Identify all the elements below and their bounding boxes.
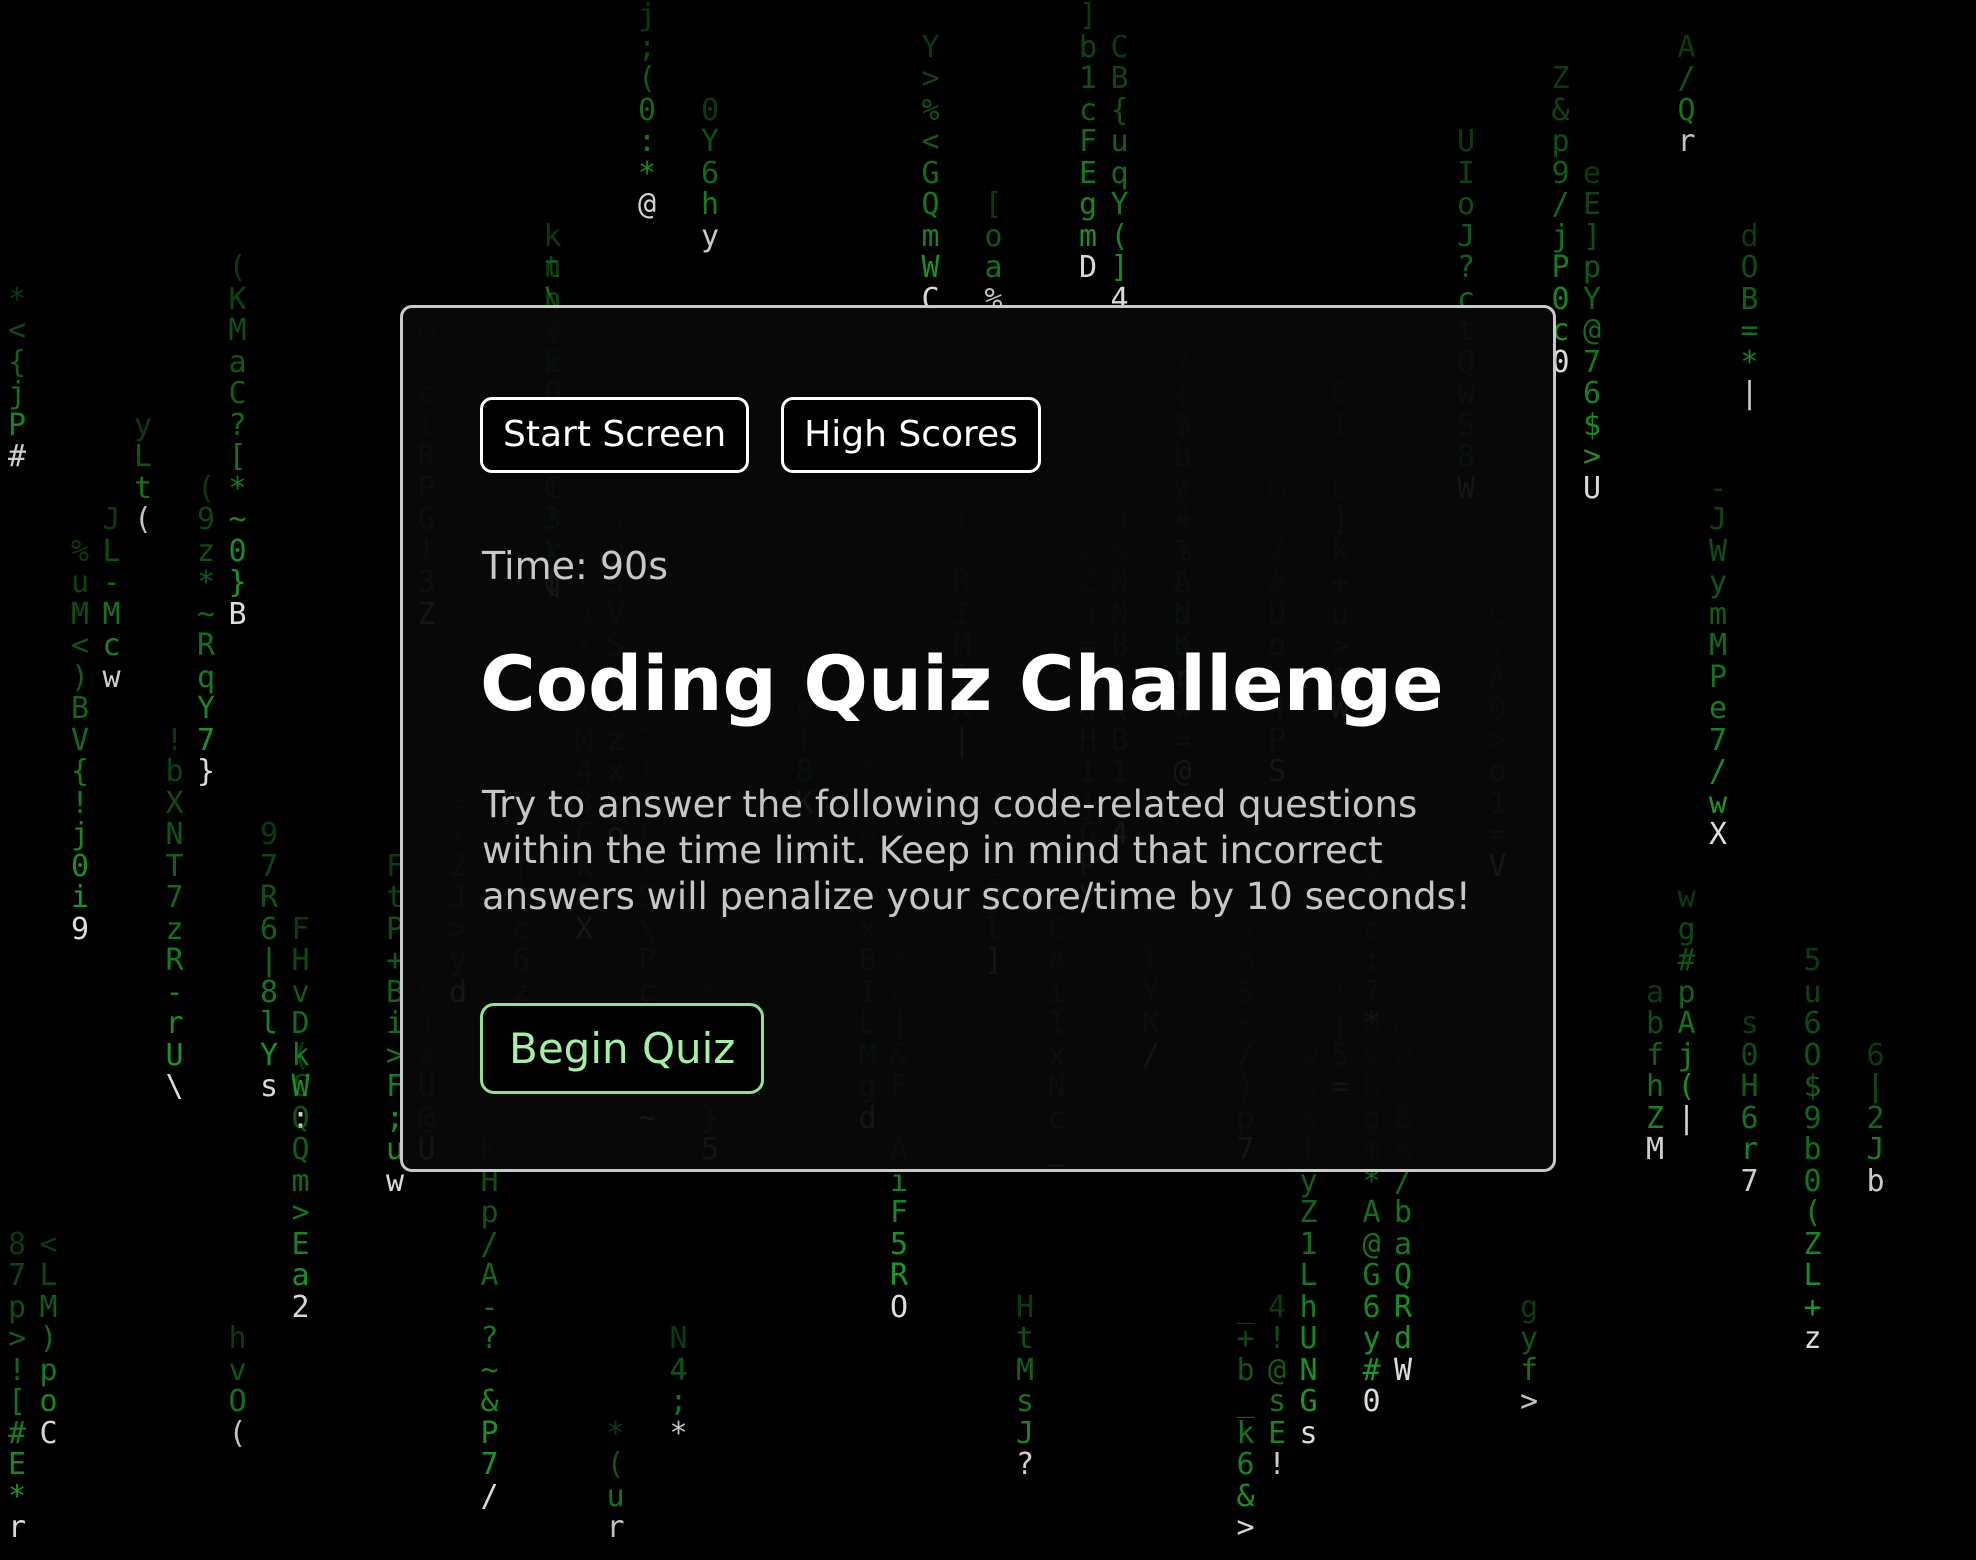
rain-column: JL-Mcw — [102, 502, 121, 695]
rain-column: (9 z * ~ Rq Y 7} — [196, 470, 216, 789]
rain-column: C B{u q Y(] 4 — [1110, 29, 1129, 317]
rain-column: j;(0: * @ — [637, 0, 657, 222]
rain-column: abfhZM — [1645, 974, 1665, 1167]
rain-column: g y f > — [1519, 1289, 1539, 1419]
rain-column: (K Ma C?[* ~0} B — [228, 250, 247, 632]
rain-column: ! b X N T 7 z R - r U \ — [165, 722, 184, 1104]
rain-column: Y >% < G Qm W C — [921, 29, 940, 317]
rain-column: *(u r — [606, 1415, 625, 1545]
rain-column: % u M <) B V{! j 0 i 9 — [70, 533, 90, 947]
high-scores-button[interactable]: High Scores — [781, 397, 1041, 473]
rain-column: y Lt( — [133, 407, 153, 537]
rain-column: d O B = * | — [1740, 218, 1759, 411]
rain-column: Ht Ms J? — [1015, 1289, 1035, 1482]
rain-column: - J Wy m M Pe 7/w X — [1708, 470, 1728, 852]
timer-display: Time: 90s — [482, 544, 669, 588]
rain-column: < L M) p o C — [39, 1226, 58, 1451]
begin-quiz-button[interactable]: Begin Quiz — [480, 1003, 765, 1094]
quiz-instructions: Try to answer the following code-related… — [482, 783, 1471, 918]
rain-column: A / Qr — [1677, 29, 1696, 159]
rain-column: ] b 1 c F Eg m D — [1078, 0, 1098, 285]
rain-column: w g # p Aj(| — [1677, 880, 1696, 1136]
rain-column: 8 7 p >![# E * r — [7, 1226, 27, 1545]
rain-column: 5 u 6 O $9 b 0(Z L + z — [1803, 943, 1822, 1356]
quiz-card: Start Screen High Scores Time: 90s Codin… — [400, 305, 1556, 1172]
rain-column: h v O( — [228, 1321, 247, 1451]
rain-column: s0H6r7 — [1740, 1006, 1759, 1199]
top-nav: Start Screen High Scores — [480, 397, 1041, 473]
rain-column: N 4; * — [669, 1321, 688, 1451]
rain-column: 0Y6hy — [700, 92, 720, 254]
rain-column: 9 7 R 6 | 8 l Ys — [259, 817, 279, 1104]
rain-column: 6 | 2 Jb — [1866, 1037, 1885, 1199]
rain-column: (C Q Qm > Ea 2 — [291, 1037, 310, 1325]
quiz-title: Coding Quiz Challenge — [480, 639, 1444, 728]
rain-column: _ + b _ k 6 & > — [1236, 1289, 1255, 1545]
rain-column: e E] p Y @7 6 $ > U — [1582, 155, 1602, 506]
rain-column: * <{j P # — [7, 281, 27, 474]
start-screen-button[interactable]: Start Screen — [480, 397, 750, 473]
rain-column: 4! @ s E! — [1267, 1289, 1287, 1482]
rain-column: [o a% — [984, 187, 1003, 317]
